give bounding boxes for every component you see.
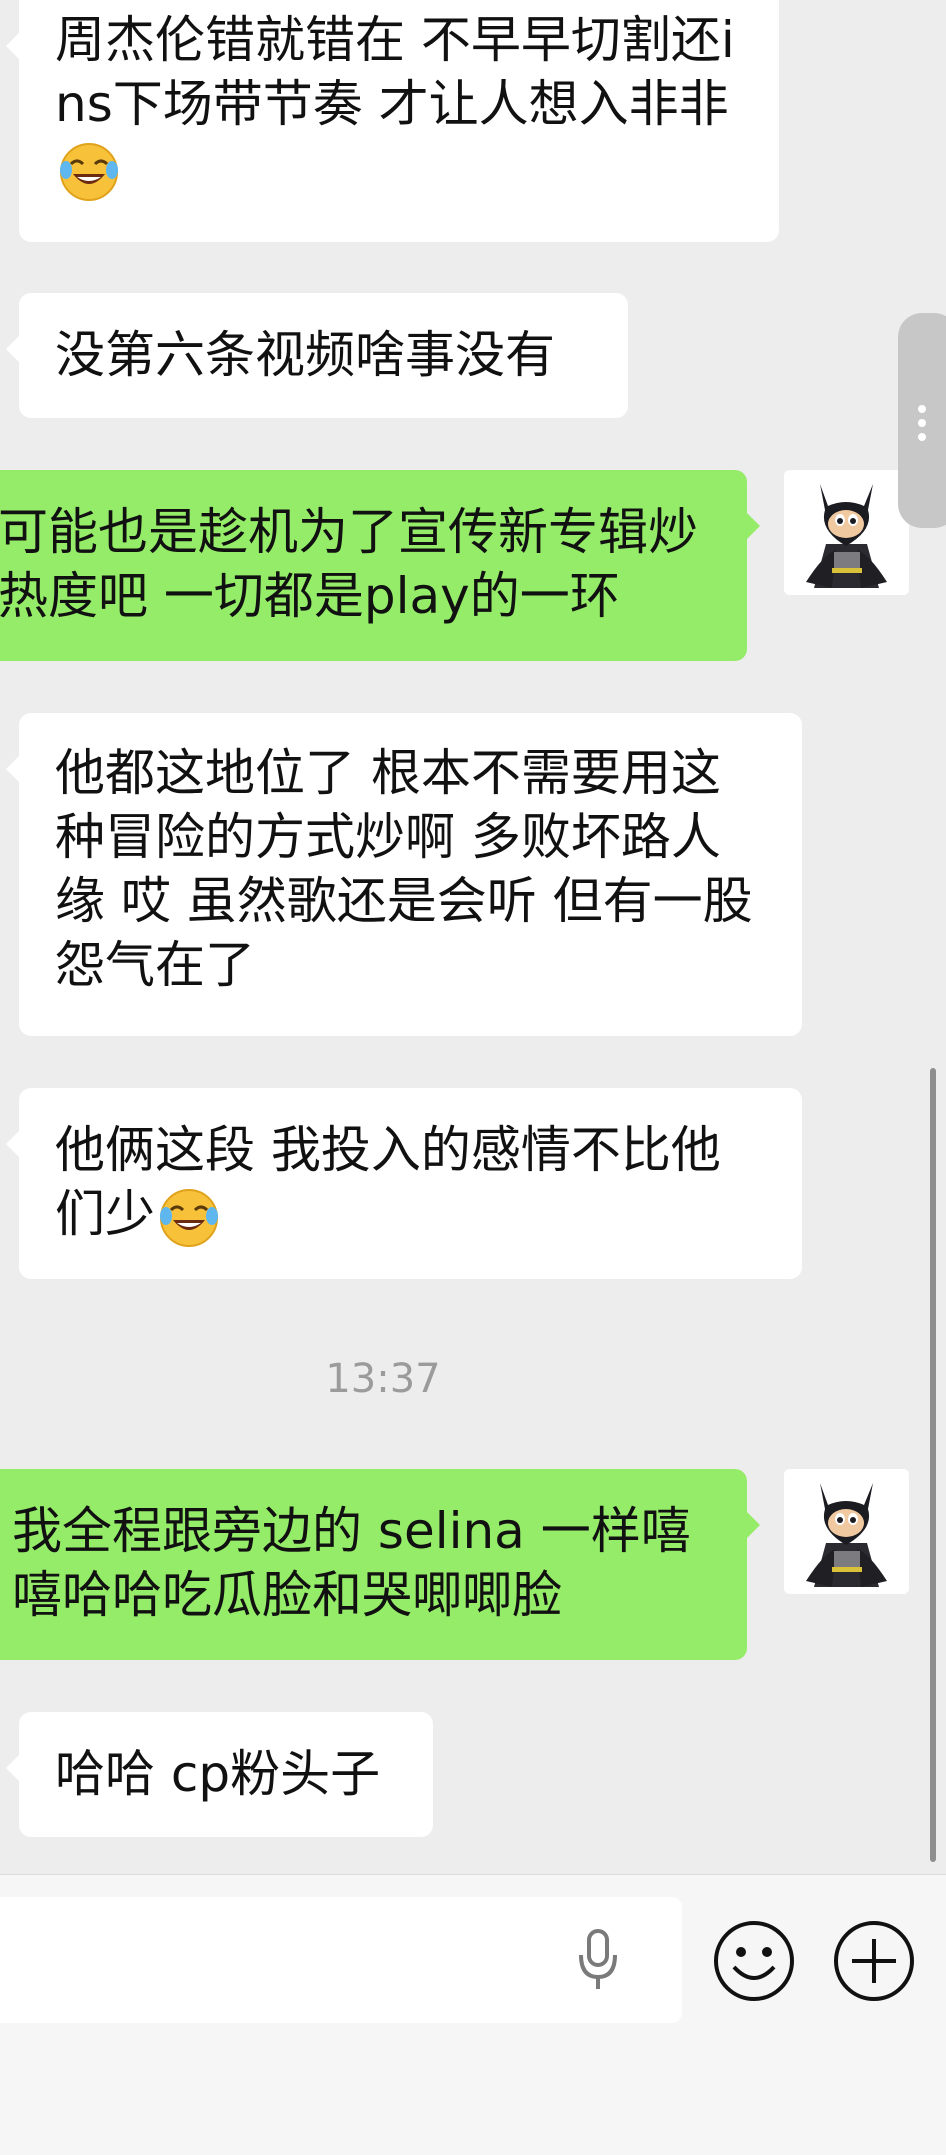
handle-dot: [918, 419, 926, 427]
message-input-bar: [0, 1874, 946, 2155]
handle-dot: [918, 433, 926, 441]
batman-avatar[interactable]: [784, 470, 909, 595]
handle-dot: [918, 405, 926, 413]
incoming-message-bubble[interactable]: 哈哈 cp粉头子: [6, 1712, 433, 1837]
message-text: 哈哈 cp粉头子: [55, 1745, 381, 1803]
message-text: 我全程跟旁边的 selina 一样嘻嘻哈哈吃瓜脸和哭唧唧脸: [12, 1502, 691, 1624]
message-text: 他俩这段 我投入的感情不比他们少: [55, 1121, 721, 1243]
tears-of-joy-emoji-icon: [57, 140, 121, 204]
message-text: 周杰伦错就错在 不早早切割还ins下场带节奏 才让人想入非非: [55, 11, 735, 133]
tears-of-joy-emoji-icon: [157, 1186, 221, 1250]
message-timestamp: 13:37: [325, 1356, 441, 1402]
batman-avatar[interactable]: [784, 1469, 909, 1594]
incoming-message-bubble[interactable]: 他俩这段 我投入的感情不比他们少: [6, 1088, 802, 1279]
plus-icon[interactable]: [832, 1919, 916, 2003]
message-text: 他都这地位了 根本不需要用这种冒险的方式炒啊 多败坏路人缘 哎 虽然歌还是会听 …: [55, 744, 753, 994]
floating-side-handle[interactable]: [898, 313, 946, 528]
incoming-message-bubble[interactable]: 他都这地位了 根本不需要用这种冒险的方式炒啊 多败坏路人缘 哎 虽然歌还是会听 …: [6, 713, 802, 1036]
chat-scrollbar[interactable]: [930, 1068, 936, 1862]
chat-area[interactable]: 周杰伦错就错在 不早早切割还ins下场带节奏 才让人想入非非 没第六条视频啥事没…: [0, 0, 946, 1874]
message-text: 可能也是趁机为了宣传新专辑炒热度吧 一切都是play的一环: [0, 503, 698, 625]
incoming-message-bubble[interactable]: 没第六条视频啥事没有: [6, 293, 628, 418]
message-text-input[interactable]: [0, 1897, 682, 2023]
microphone-icon[interactable]: [570, 1925, 626, 1995]
emoji-icon[interactable]: [712, 1919, 796, 2003]
batman-figure-icon: [784, 470, 909, 595]
batman-figure-icon: [784, 1469, 909, 1594]
outgoing-message-bubble[interactable]: 可能也是趁机为了宣传新专辑炒热度吧 一切都是play的一环: [0, 470, 760, 661]
outgoing-message-bubble[interactable]: 我全程跟旁边的 selina 一样嘻嘻哈哈吃瓜脸和哭唧唧脸: [0, 1469, 760, 1660]
incoming-message-bubble[interactable]: 周杰伦错就错在 不早早切割还ins下场带节奏 才让人想入非非: [6, 0, 779, 242]
message-text: 没第六条视频啥事没有: [55, 326, 555, 384]
